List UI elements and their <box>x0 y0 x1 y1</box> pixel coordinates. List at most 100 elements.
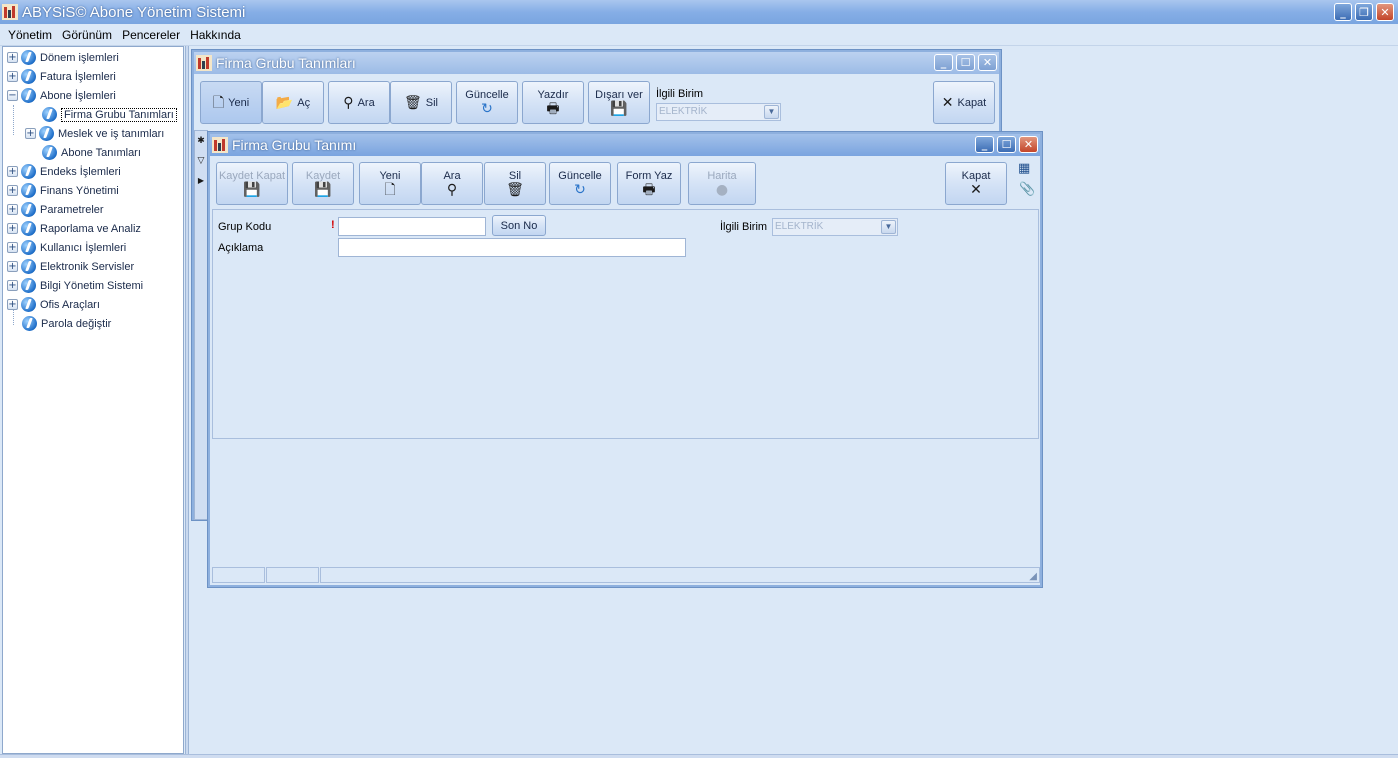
expand-icon[interactable]: + <box>7 261 18 272</box>
form-minimize-button[interactable]: _ <box>975 136 994 153</box>
tree-item-label: Parola değiştir <box>41 317 112 330</box>
save-disk-icon: 💾 <box>314 181 332 198</box>
form-window-titlebar[interactable]: Firma Grubu Tanımı _ ☐ ✕ <box>210 134 1040 156</box>
tree-item-label: Firma Grubu Tanımları <box>61 107 177 122</box>
tree-item-finans-yonetimi[interactable]: + Finans Yönetimi <box>7 181 119 200</box>
tree-item-label: Abone İşlemleri <box>40 89 116 102</box>
save-close-button[interactable]: Kaydet Kapat 💾 <box>216 162 288 205</box>
module-icon <box>39 126 54 141</box>
tree-item-raporlama-ve-analiz[interactable]: + Raporlama ve Analiz <box>7 219 141 238</box>
form-window-title: Firma Grubu Tanımı <box>232 137 357 153</box>
form-unit-select[interactable]: ELEKTRİK ▼ <box>772 218 898 236</box>
menu-bar: Yönetim Görünüm Pencereler Hakkında <box>0 24 1398 46</box>
menu-gorunum[interactable]: Görünüm <box>58 26 116 44</box>
calendar-grid-icon[interactable]: ▦ <box>1018 161 1030 177</box>
form-delete-button[interactable]: Sil 🗑 <box>484 162 546 205</box>
tree-item-parametreler[interactable]: + Parametreler <box>7 200 104 219</box>
save-button[interactable]: Kaydet 💾 <box>292 162 354 205</box>
app-minimize-button[interactable]: _ <box>1334 3 1352 21</box>
list-new-button[interactable]: 🗋 Yeni <box>200 81 262 124</box>
list-export-button[interactable]: Dışarı ver 💾 <box>588 81 650 124</box>
module-icon <box>21 183 36 198</box>
form-fields-panel: Grup Kodu ! Son No Açıklama İlgili Birim… <box>212 209 1039 439</box>
expand-icon[interactable]: + <box>7 280 18 291</box>
form-maximize-button[interactable]: ☐ <box>997 136 1016 153</box>
description-input[interactable] <box>338 238 686 257</box>
group-code-input[interactable] <box>338 217 486 236</box>
list-open-button[interactable]: 📂 Aç <box>262 81 324 124</box>
chevron-down-icon[interactable]: ▼ <box>764 105 779 119</box>
attachment-icon[interactable]: 📎 <box>1019 182 1035 198</box>
tree-item-abone-islemleri[interactable]: − Abone İşlemleri <box>7 86 116 105</box>
expand-icon[interactable]: + <box>7 71 18 82</box>
expand-icon[interactable]: + <box>7 204 18 215</box>
tree-item-elektronik-servisler[interactable]: + Elektronik Servisler <box>7 257 134 276</box>
expand-icon[interactable]: + <box>7 299 18 310</box>
tree-item-endeks-islemleri[interactable]: + Endeks İşlemleri <box>7 162 121 181</box>
app-status-bar <box>0 754 1398 758</box>
button-label: Kaydet <box>305 169 341 182</box>
tree-item-bilgi-yonetim-sistemi[interactable]: + Bilgi Yönetim Sistemi <box>7 276 143 295</box>
button-label: Son No <box>500 219 538 232</box>
tree-item-kullanici-islemleri[interactable]: + Kullanıcı İşlemleri <box>7 238 126 257</box>
sidebar-splitter[interactable] <box>185 46 189 754</box>
tree-item-meslek-ve-is-tanimlari[interactable]: + Meslek ve iş tanımları <box>25 124 164 143</box>
new-row-icon: ✱ <box>197 136 205 146</box>
resize-grip-icon[interactable]: ◢ <box>1029 569 1037 585</box>
list-unit-label: İlgili Birim <box>656 88 704 100</box>
save-disk-icon: 💾 <box>610 100 628 117</box>
tree-item-label: Kullanıcı İşlemleri <box>40 241 127 254</box>
save-disk-icon: 💾 <box>243 181 261 198</box>
expand-icon[interactable]: + <box>7 223 18 234</box>
list-minimize-button[interactable]: _ <box>934 54 953 71</box>
chevron-down-icon[interactable]: ▼ <box>881 220 896 234</box>
tree-item-ofis-araclari[interactable]: + Ofis Araçları <box>7 295 100 314</box>
menu-yonetim[interactable]: Yönetim <box>4 26 56 44</box>
list-window-title: Firma Grubu Tanımları <box>216 55 356 71</box>
tree-item-firma-grubu-tanimlari[interactable]: Firma Grubu Tanımları <box>42 105 177 124</box>
tree-item-label: Ofis Araçları <box>40 298 100 311</box>
search-icon: ⚲ <box>343 94 354 111</box>
list-update-button[interactable]: Güncelle ↻ <box>456 81 518 124</box>
window-logo-icon <box>196 55 212 71</box>
last-number-button[interactable]: Son No <box>492 215 546 236</box>
expand-icon[interactable]: + <box>7 185 18 196</box>
description-label: Açıklama <box>218 242 264 254</box>
map-button[interactable]: Harita ● <box>688 162 756 205</box>
tree-item-abone-tanimlari[interactable]: Abone Tanımları <box>42 143 141 162</box>
list-close-button[interactable]: ✕ <box>978 54 997 71</box>
form-search-button[interactable]: Ara ⚲ <box>421 162 483 205</box>
collapse-icon[interactable]: − <box>7 90 18 101</box>
tree-item-label: Bilgi Yönetim Sistemi <box>40 279 144 292</box>
expand-icon[interactable]: + <box>7 166 18 177</box>
tree-item-label: Fatura İşlemleri <box>40 70 116 83</box>
form-close-button[interactable]: ✕ <box>1019 136 1038 153</box>
button-label: Güncelle <box>558 169 602 182</box>
tree-item-label: Endeks İşlemleri <box>40 165 121 178</box>
search-icon: ⚲ <box>446 181 458 198</box>
list-close-action-button[interactable]: ✕ Kapat <box>933 81 995 124</box>
grid-row-indicator-strip[interactable]: ✱ ▽ ▶ <box>194 130 208 520</box>
expand-icon[interactable]: + <box>7 52 18 63</box>
form-update-button[interactable]: Güncelle ↻ <box>549 162 611 205</box>
form-new-button[interactable]: Yeni 🗋 <box>359 162 421 205</box>
tree-item-parola-degistir[interactable]: Parola değiştir <box>22 314 111 333</box>
app-restore-button[interactable]: ❐ <box>1355 3 1373 21</box>
module-icon <box>21 278 36 293</box>
expand-icon[interactable]: + <box>7 242 18 253</box>
app-close-button[interactable]: ✕ <box>1376 3 1394 21</box>
list-print-button[interactable]: Yazdır 🖶 <box>522 81 584 124</box>
list-unit-select[interactable]: ELEKTRİK ▼ <box>656 103 781 121</box>
expand-icon[interactable]: + <box>25 128 36 139</box>
tree-item-donem-islemleri[interactable]: + Dönem işlemleri <box>7 48 119 67</box>
app-titlebar[interactable]: ABYSiS© Abone Yönetim Sistemi _ ❐ ✕ <box>0 0 1398 24</box>
list-delete-button[interactable]: 🗑 Sil <box>390 81 452 124</box>
form-print-button[interactable]: Form Yaz 🖶 <box>617 162 681 205</box>
list-maximize-button[interactable]: ☐ <box>956 54 975 71</box>
menu-pencereler[interactable]: Pencereler <box>118 26 184 44</box>
form-close-action-button[interactable]: Kapat ✕ <box>945 162 1007 205</box>
tree-item-fatura-islemleri[interactable]: + Fatura İşlemleri <box>7 67 116 86</box>
list-search-button[interactable]: ⚲ Ara <box>328 81 390 124</box>
list-window-titlebar[interactable]: Firma Grubu Tanımları _ ☐ ✕ <box>194 52 999 74</box>
menu-hakkinda[interactable]: Hakkında <box>186 26 245 44</box>
